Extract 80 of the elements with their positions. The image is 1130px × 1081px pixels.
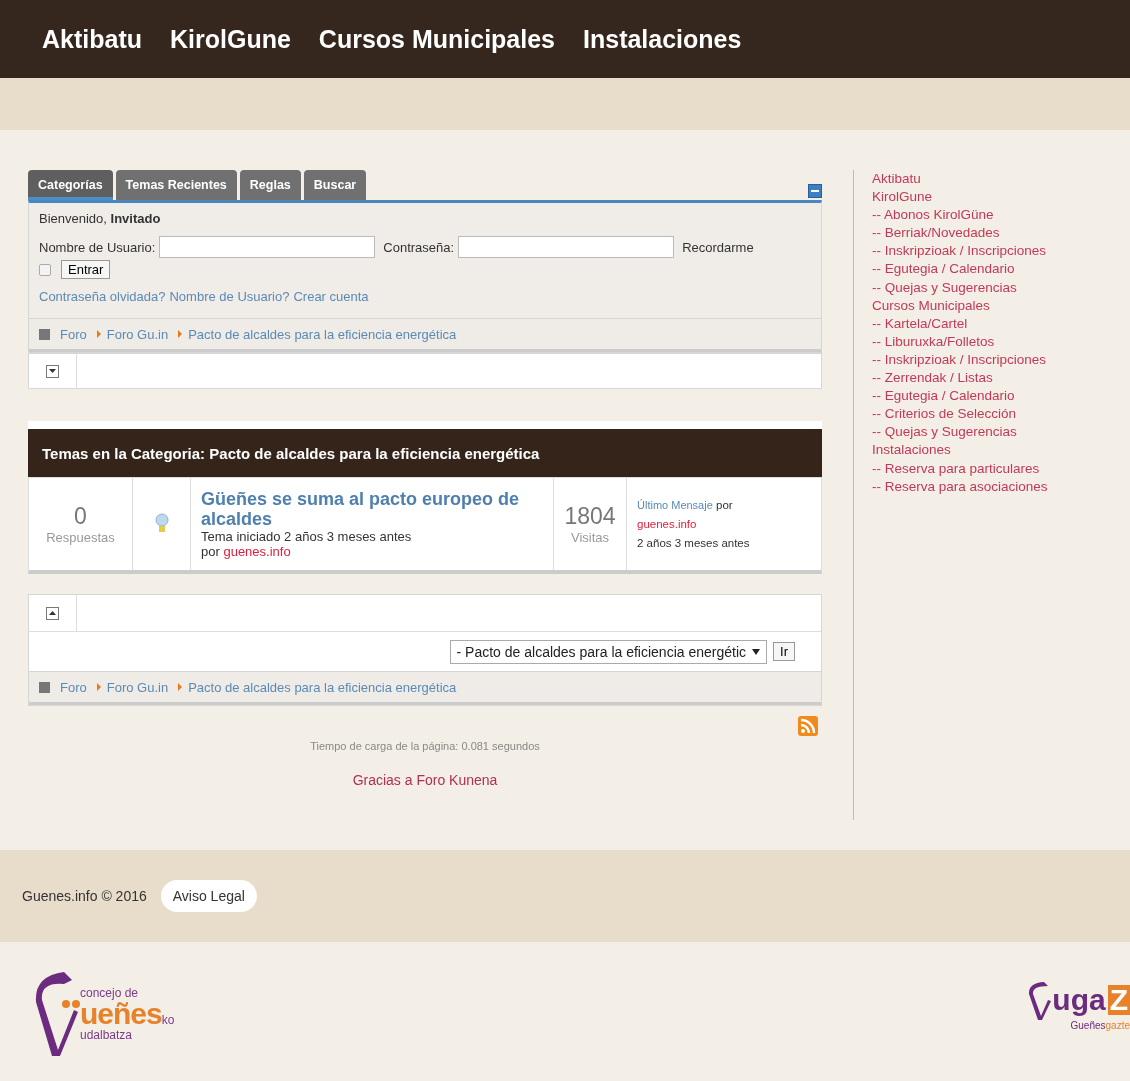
category-select[interactable]: - Pacto de alcaldes para la eficiencia energétic (449, 639, 768, 664)
remember-label: Recordarme (682, 239, 754, 255)
sidebar-link[interactable]: -- Abonos KirolGüne (872, 206, 1048, 225)
logo-text: udalbatza (80, 1029, 134, 1041)
caret-icon (752, 648, 761, 655)
sidebar-link[interactable]: Aktibatu (872, 170, 1048, 189)
sidebar-link[interactable]: -- Egutegia / Calendario (872, 387, 1048, 406)
sidebar-link[interactable]: -- Quejas y Sugerencias (872, 278, 1048, 297)
arrow-icon (178, 330, 183, 338)
topic-started: Tema iniciado 2 años 3 meses antes (201, 529, 412, 544)
login-button[interactable]: Entrar (61, 260, 111, 279)
author-link[interactable]: guenes.info (223, 544, 291, 559)
collapse-icon[interactable] (808, 184, 822, 198)
credits-link[interactable]: Gracias a Foro Kunena (352, 772, 498, 788)
sidebar-link[interactable]: -- Kartela/Cartel (872, 314, 1048, 333)
sidebar-link[interactable]: -- Egutegia / Calendario (872, 260, 1048, 279)
breadcrumb-link[interactable]: Pacto de alcaldes para la eficiencia energética (188, 326, 457, 342)
logo-text: concejo de (80, 987, 140, 999)
account-link[interactable]: Contraseña olvidada? (39, 289, 166, 304)
collapse-icon[interactable] (46, 606, 59, 620)
field-label: Nombre de Usuario: (39, 239, 156, 255)
sidebar-link[interactable]: Cursos Municipales (872, 296, 1048, 315)
last-post-time: 2 años 3 meses antes (637, 535, 750, 551)
copyright-text: Guenes.info © 2016 (22, 888, 147, 904)
author-link[interactable]: guenes.info (637, 517, 697, 530)
arrow-icon (96, 683, 101, 691)
tab[interactable]: Temas Recientes (115, 170, 237, 200)
remember-checkbox[interactable] (39, 263, 51, 276)
breadcrumb-link[interactable]: Foro Gu.in (106, 679, 169, 695)
logo-text: ueñesko (80, 999, 175, 1029)
breadcrumb-link[interactable]: Pacto de alcaldes para la eficiencia energética (188, 679, 457, 695)
sidebar-link[interactable]: Instalaciones (872, 441, 1048, 460)
view-count: 1804 (564, 503, 616, 530)
sidebar-link[interactable]: -- Criterios de Selección (872, 405, 1048, 424)
legal-link[interactable]: Aviso Legal (160, 880, 257, 912)
account-link[interactable]: Crear cuenta (293, 289, 369, 304)
go-button[interactable]: Ir (773, 642, 795, 661)
rss-icon[interactable] (798, 716, 818, 736)
reply-label: Respuestas (46, 530, 115, 545)
category-title: Temas en la Categoria: Pacto de alcaldes para la eficiencia energética (28, 421, 822, 477)
lightbulb-icon (154, 513, 169, 535)
field-label: Contraseña: (383, 239, 455, 255)
sidebar-link[interactable]: -- Zerrendak / Listas (872, 369, 1048, 388)
tab[interactable]: Reglas (239, 170, 301, 200)
forum-icon (39, 328, 50, 340)
sidebar-link[interactable]: -- Berriak/Novedades (872, 224, 1048, 243)
username-field[interactable] (159, 236, 376, 258)
logo-subtext: Gueñesgazte (1070, 1020, 1130, 1031)
breadcrumb-link[interactable]: Foro (60, 679, 87, 695)
view-label: Visitas (570, 530, 610, 545)
reply-count: 0 (74, 503, 87, 530)
password-field[interactable] (458, 236, 675, 258)
welcome-text: Bienvenido, Invitado (39, 211, 161, 226)
breadcrumb-link[interactable]: Foro (60, 326, 87, 342)
topic-author: por guenes.info (201, 544, 291, 559)
breadcrumb-link[interactable]: Foro Gu.in (106, 326, 169, 342)
nav-link[interactable]: KirolGune (170, 24, 291, 54)
expand-icon[interactable] (46, 364, 59, 378)
sidebar-link[interactable]: -- Reserva para particulares (872, 459, 1048, 478)
arrow-icon (178, 683, 183, 691)
nav-link[interactable]: Aktibatu (42, 24, 142, 54)
sidebar-link[interactable]: -- Liburuxka/Folletos (872, 332, 1048, 351)
v-logo-icon (34, 970, 80, 1058)
logo-text: ugaZ (1028, 980, 1130, 1020)
sidebar-link[interactable]: -- Inskripzioak / Inscripciones (872, 242, 1048, 261)
forum-icon (39, 681, 50, 693)
account-link[interactable]: Nombre de Usuario? (169, 289, 290, 304)
nav-link[interactable]: Cursos Municipales (318, 24, 555, 54)
sidebar-link[interactable]: -- Reserva para asociaciones (872, 477, 1048, 496)
sidebar-link[interactable]: -- Inskripzioak / Inscripciones (872, 350, 1048, 370)
v-logo-icon (1028, 980, 1053, 1020)
nav-link[interactable]: Instalaciones (583, 24, 742, 54)
load-time-text: Tiempo de carga de la página: 0.081 segundos (309, 740, 541, 752)
sidebar-link[interactable]: KirolGune (872, 188, 1048, 207)
tab[interactable]: Categorías (28, 170, 113, 200)
last-post-label: Último Mensaje por (637, 497, 733, 513)
topic-title[interactable]: Güeñes se suma al pacto europeo de alcaldes (201, 489, 543, 529)
tab[interactable]: Buscar (303, 170, 367, 200)
sidebar-link[interactable]: -- Quejas y Sugerencias (872, 423, 1048, 442)
arrow-icon (96, 330, 101, 338)
